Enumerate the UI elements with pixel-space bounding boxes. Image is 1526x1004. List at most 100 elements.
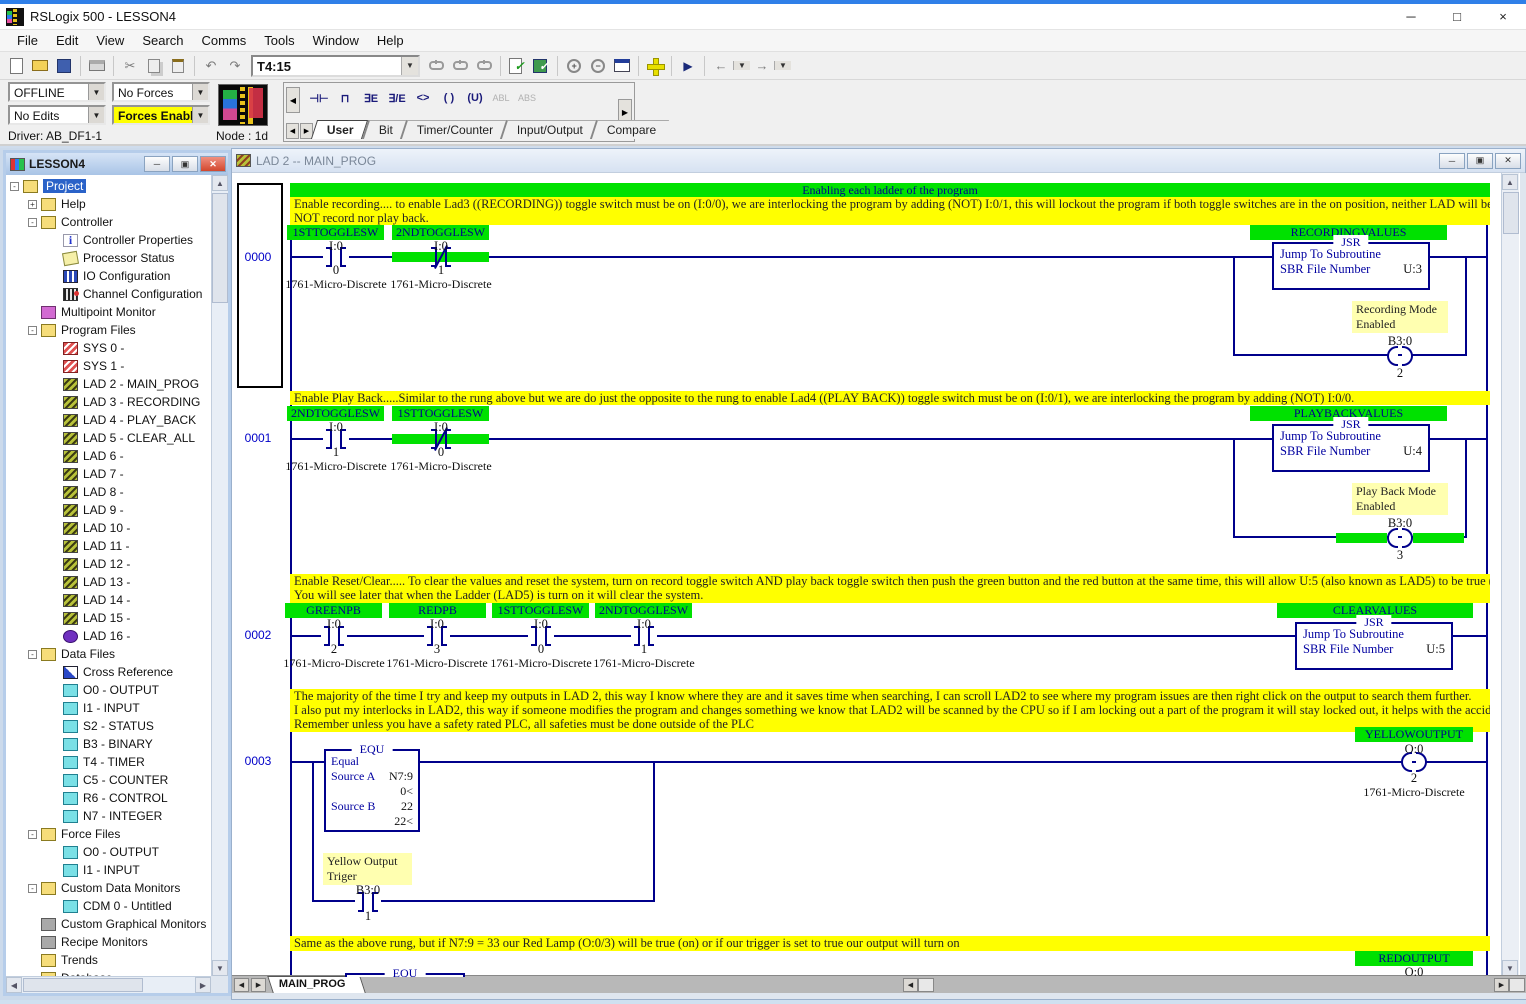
print-icon[interactable] <box>86 56 108 76</box>
coil-address[interactable]: B3:0 <box>1364 516 1436 531</box>
tree-item[interactable]: LAD 7 - <box>6 465 211 483</box>
zoom-in-icon[interactable]: + <box>563 56 585 76</box>
copy-icon[interactable] <box>143 56 165 76</box>
new-icon[interactable] <box>5 56 27 76</box>
tree-expand-toggle[interactable]: - <box>28 830 37 839</box>
close-button[interactable]: × <box>1480 4 1526 30</box>
tree-item[interactable]: LAD 15 - <box>6 609 211 627</box>
tree-item[interactable]: - Data Files <box>6 645 211 663</box>
run-icon[interactable]: ▶ <box>677 56 699 76</box>
address-combobox[interactable]: T4:15 ▼ <box>251 55 420 77</box>
new-component-icon[interactable] <box>644 56 666 76</box>
zoom-out-icon[interactable]: − <box>587 56 609 76</box>
paste-icon[interactable] <box>167 56 189 76</box>
instruction-button[interactable]: ABS <box>514 87 540 109</box>
rung-number[interactable]: 0001 <box>232 431 284 445</box>
find-all-icon[interactable] <box>473 56 495 76</box>
contact-tag[interactable]: 2NDTOGGLESW <box>595 603 692 618</box>
tree-item[interactable]: SYS 1 - <box>6 357 211 375</box>
instruction-button[interactable]: ∃/E <box>384 87 410 109</box>
nav-forward-icon[interactable]: → <box>751 56 773 76</box>
tree-item[interactable]: Channel Configuration <box>6 285 211 303</box>
equ-instruction-partial[interactable]: EQU <box>345 973 465 977</box>
tree-expand-toggle[interactable]: - <box>28 650 37 659</box>
tree-item[interactable]: C5 - COUNTER <box>6 771 211 789</box>
contact-address[interactable]: I:0 <box>405 239 477 254</box>
redo-icon[interactable]: ↷ <box>224 56 246 76</box>
instruction-button[interactable]: ( ) <box>436 87 462 109</box>
coil-address[interactable]: O:0 <box>1378 965 1450 977</box>
menu-item[interactable]: Search <box>133 31 192 50</box>
instruction-button[interactable]: ⊓ <box>332 87 358 109</box>
contact-tag[interactable]: 2NDTOGGLESW <box>392 225 489 240</box>
tree-horizontal-scrollbar[interactable]: ◀ ▶ <box>6 976 211 993</box>
tree-item[interactable]: Trends <box>6 951 211 969</box>
contact-address[interactable]: B3:0 <box>332 883 404 898</box>
ladder-canvas[interactable]: 0000 0001 0002 0003 Enabling each ladder… <box>232 173 1500 977</box>
tree-item[interactable]: LAD 13 - <box>6 573 211 591</box>
tree-item[interactable]: Controller Properties <box>6 231 211 249</box>
tree-item[interactable]: LAD 4 - PLAY_BACK <box>6 411 211 429</box>
instruction-button[interactable]: <> <box>410 87 436 109</box>
mode-select[interactable]: OFFLINE▼ <box>8 82 106 102</box>
ladder-close-button[interactable]: ✕ <box>1495 153 1521 169</box>
contact-address[interactable]: I:0 <box>298 617 370 632</box>
contact-tag[interactable]: GREENPB <box>285 603 382 618</box>
menu-item[interactable]: Comms <box>193 31 256 50</box>
tree-item[interactable]: N7 - INTEGER <box>6 807 211 825</box>
instruction-button[interactable]: (U) <box>462 87 488 109</box>
tree-item[interactable]: IO Configuration <box>6 267 211 285</box>
save-icon[interactable] <box>53 56 75 76</box>
menu-item[interactable]: Window <box>304 31 368 50</box>
tree-scroll-down-icon[interactable]: ▼ <box>212 960 228 976</box>
tree-item[interactable]: LAD 8 - <box>6 483 211 501</box>
ladder-vertical-scrollbar[interactable]: ▲ ▼ <box>1501 173 1519 977</box>
palette-tab[interactable]: Compare <box>590 120 670 139</box>
tree-item[interactable]: LAD 14 - <box>6 591 211 609</box>
forces-enabled-dropdown-icon[interactable]: ▼ <box>192 107 208 123</box>
find-replace-icon[interactable] <box>449 56 471 76</box>
tree-item[interactable]: - Force Files <box>6 825 211 843</box>
tree-item[interactable]: Custom Graphical Monitors <box>6 915 211 933</box>
tree-item[interactable]: Multipoint Monitor <box>6 303 211 321</box>
tree-restore-button[interactable]: ▣ <box>172 156 198 172</box>
address-combobox-value[interactable]: T4:15 <box>253 57 401 75</box>
palette-tab[interactable]: Bit <box>362 120 406 139</box>
tree-item[interactable]: LAD 2 - MAIN_PROG <box>6 375 211 393</box>
verify-project-icon[interactable]: ✓ <box>530 56 552 76</box>
tree-item[interactable]: Processor Status <box>6 249 211 267</box>
tree-minimize-button[interactable]: ─ <box>144 156 170 172</box>
palette-tab[interactable]: Timer/Counter <box>400 120 506 139</box>
tree-item[interactable]: LAD 6 - <box>6 447 211 465</box>
tree-item[interactable]: O0 - OUTPUT <box>6 681 211 699</box>
ladder-scroll-thumb[interactable] <box>1503 192 1519 234</box>
forces-enabled-select[interactable]: Forces Enabled▼ <box>112 105 210 125</box>
tree-expand-toggle[interactable]: - <box>28 218 37 227</box>
undo-icon[interactable]: ↶ <box>200 56 222 76</box>
output-coil[interactable] <box>1387 346 1413 366</box>
tree-expand-toggle[interactable]: + <box>28 200 37 209</box>
palette-tab[interactable]: Input/Output <box>500 120 596 139</box>
nav-forward-dropdown[interactable]: ▼ <box>774 61 791 70</box>
contact-address[interactable]: I:0 <box>300 239 372 254</box>
ladder-hscroll-right-icon[interactable]: ▶ <box>1494 978 1509 992</box>
ladder-hscroll-left-icon[interactable]: ◀ <box>903 978 918 992</box>
tree-item[interactable]: LAD 11 - <box>6 537 211 555</box>
jsr-instruction[interactable]: JSR Jump To Subroutine SBR File NumberU:… <box>1295 622 1453 670</box>
jsr-instruction[interactable]: JSR Jump To Subroutine SBR File NumberU:… <box>1272 424 1430 472</box>
tree-item[interactable]: Recipe Monitors <box>6 933 211 951</box>
contact-address[interactable]: I:0 <box>608 617 680 632</box>
tree-expand-toggle[interactable]: - <box>28 326 37 335</box>
tabstrip-right-icon[interactable]: ▶ <box>251 978 266 992</box>
verify-file-icon[interactable]: ✓ <box>506 56 528 76</box>
nav-back-dropdown[interactable]: ▼ <box>733 61 750 70</box>
minimize-button[interactable]: ─ <box>1388 4 1434 30</box>
tree-item[interactable]: T4 - TIMER <box>6 753 211 771</box>
forces-dropdown-icon[interactable]: ▼ <box>192 84 208 100</box>
instruction-button[interactable]: ∃E <box>358 87 384 109</box>
edits-status-select[interactable]: No Edits▼ <box>8 105 106 125</box>
tree-scroll-up-icon[interactable]: ▲ <box>212 175 228 191</box>
cut-icon[interactable]: ✂ <box>119 56 141 76</box>
nav-back-icon[interactable]: ← <box>710 56 732 76</box>
forces-status-select[interactable]: No Forces▼ <box>112 82 210 102</box>
